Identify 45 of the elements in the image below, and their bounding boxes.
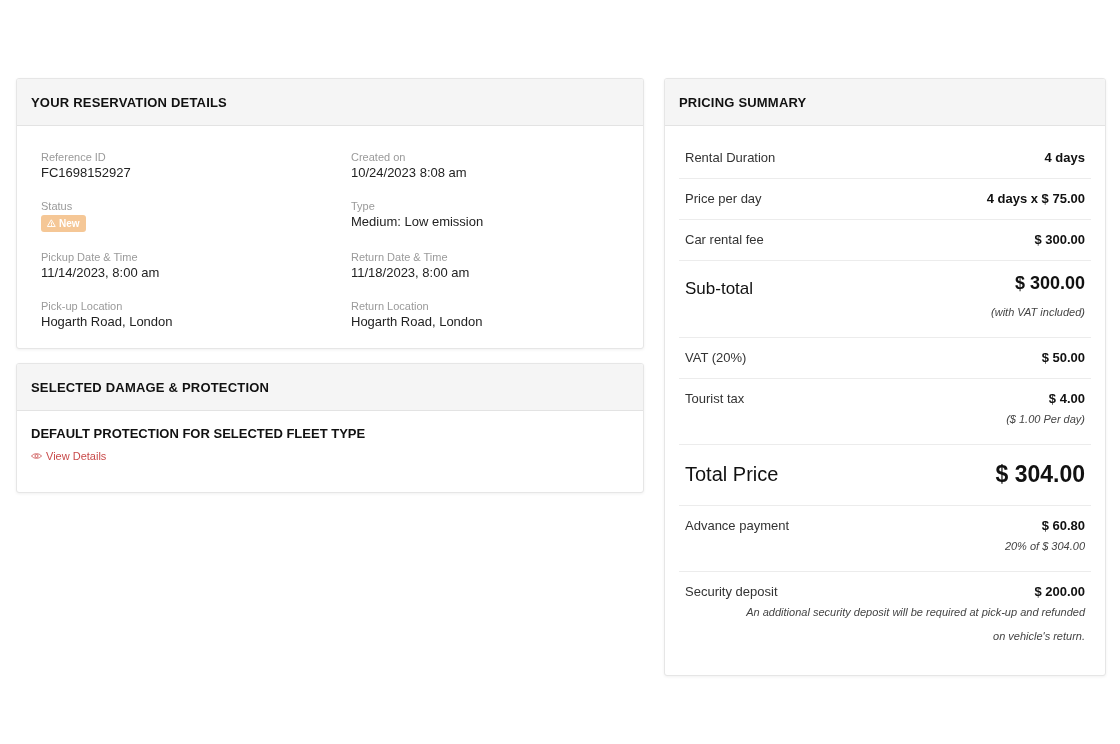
price-label: Rental Duration (685, 150, 776, 165)
field-value: 11/14/2023, 8:00 am (41, 265, 160, 281)
price-value: $ 50.00 (1041, 350, 1085, 365)
price-value: 4 days x $ 75.00 (986, 191, 1085, 206)
price-note: (with VAT included) (991, 305, 1085, 320)
price-value: $ 60.80 (1041, 518, 1085, 533)
view-details-link[interactable]: View Details (31, 450, 107, 462)
price-value: $ 300.00 (1034, 232, 1085, 247)
price-value: $ 300.00 (1014, 273, 1085, 294)
field-label: Reference ID (41, 151, 106, 164)
price-value: $ 200.00 (1034, 584, 1085, 599)
field-value: FC1698152927 (41, 165, 131, 181)
field-value: 10/24/2023 8:08 am (351, 165, 467, 181)
price-label: Tourist tax (685, 391, 745, 406)
price-value: 4 days (1044, 150, 1085, 165)
field-label: Return Location (351, 300, 429, 313)
field-label: Status (41, 200, 73, 213)
price-label: Total Price (685, 463, 779, 486)
price-label: Sub-total (685, 279, 754, 299)
field-value: Hogarth Road, London (41, 314, 173, 330)
price-label: Car rental fee (685, 232, 764, 247)
price-note: An additional security deposit will be required at pick-up and refunded on vehicle's return. (745, 605, 1085, 644)
price-value: $ 304.00 (995, 461, 1085, 488)
price-label: Price per day (685, 191, 762, 206)
price-label: Security deposit (685, 584, 778, 599)
price-note: 20% of $ 304.00 (1004, 539, 1085, 554)
field-value: 11/18/2023, 8:00 am (351, 265, 470, 281)
field-value: Medium: Low emission (351, 214, 484, 230)
price-value: $ 4.00 (1048, 391, 1085, 406)
field-label: Pickup Date & Time (41, 251, 138, 264)
status-text: New (59, 217, 80, 230)
protection-heading: DEFAULT PROTECTION FOR SELECTED FLEET TYPE (31, 426, 366, 441)
field-label: Pick-up Location (41, 300, 123, 313)
price-note: ($ 1.00 Per day) (1006, 412, 1085, 427)
warning-icon (47, 219, 56, 228)
card-title: PRICING SUMMARY (679, 94, 807, 110)
eye-icon (31, 452, 42, 460)
field-label: Created on (351, 151, 406, 164)
field-label: Return Date & Time (351, 251, 448, 264)
field-value: Hogarth Road, London (351, 314, 483, 330)
price-label: VAT (20%) (685, 350, 747, 365)
card-title: YOUR RESERVATION DETAILS (31, 94, 227, 110)
price-label: Advance payment (685, 518, 790, 533)
card-title: SELECTED DAMAGE & PROTECTION (31, 379, 270, 395)
field-label: Type (351, 200, 375, 213)
